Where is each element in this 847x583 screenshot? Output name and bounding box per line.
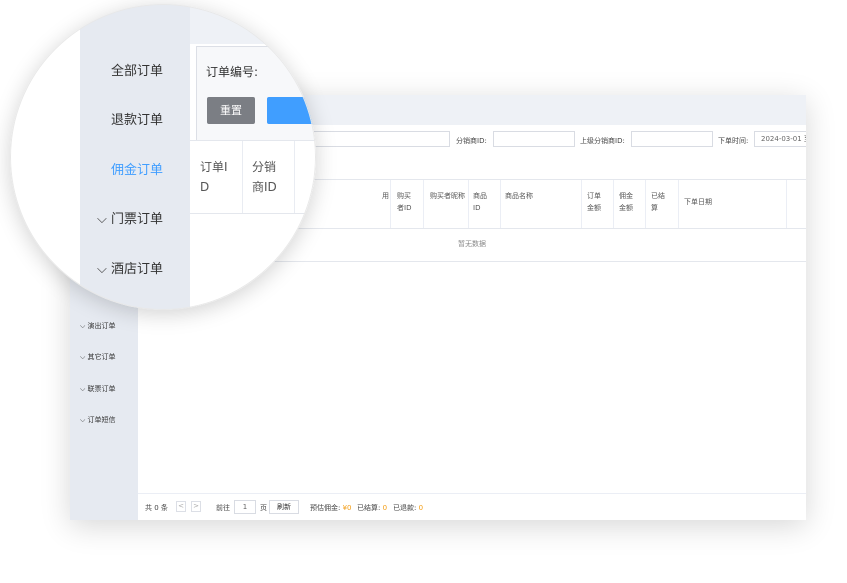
chevron-down-icon: ⌵: [80, 416, 86, 424]
chevron-down-icon: ⌵: [80, 322, 86, 330]
parent-distributor-id-input[interactable]: [631, 131, 713, 147]
order-time-label: 下单时间:: [718, 137, 749, 145]
sidebar-item-sms[interactable]: ⌵ 订单短信: [80, 415, 116, 425]
estimated-commission: 预估佣金: ¥0: [310, 503, 352, 513]
column-header-commission-amount: 佣金金额: [619, 192, 633, 212]
goto-label: 前往: [216, 504, 230, 512]
refunded-summary: 已退款: 0: [393, 503, 423, 513]
distributor-id-input[interactable]: [493, 131, 575, 147]
distributor-id-label: 分销商ID:: [456, 137, 487, 145]
column-header-order-amount: 订单金额: [587, 192, 601, 212]
page-number-input[interactable]: 1: [234, 500, 256, 514]
sidebar-item-label: 订单短信: [87, 416, 116, 424]
pagination-footer: 共 0 条 < > 前往 1 页 刷新 预估佣金: ¥0 已结算: 0 已退款:…: [138, 493, 806, 520]
next-page-button[interactable]: >: [191, 501, 201, 512]
total-count: 共 0 条: [145, 504, 168, 512]
refunded-value: 0: [418, 504, 424, 512]
settled-value: 0: [382, 504, 388, 512]
sidebar-item-combo-ticket[interactable]: ⌵ 联票订单: [80, 384, 116, 394]
parent-distributor-id-label: 上级分销商ID:: [580, 137, 625, 145]
date-range-picker[interactable]: 2024-03-01 至 2024-05-24: [754, 131, 806, 147]
chevron-left-icon: <: [178, 502, 184, 510]
column-header-partial: 用: [382, 192, 389, 200]
chevron-right-icon: >: [193, 502, 199, 510]
sidebar-item-label: 演出订单: [87, 322, 116, 330]
prev-page-button[interactable]: <: [176, 501, 186, 512]
sidebar-item-label: 其它订单: [87, 353, 116, 361]
sidebar-item-shows[interactable]: ⌵ 演出订单: [80, 321, 116, 331]
column-header-buyer-id: 购买者ID: [397, 192, 412, 212]
magnifier-lens: 全部订单 退款订单 佣金订单 ⌵ 门票订单 ⌵ 酒店订单 订单编号: 重置 订单…: [10, 4, 316, 310]
refresh-button[interactable]: 刷新: [269, 500, 299, 514]
settled-summary: 已结算: 0: [357, 503, 387, 513]
column-header-product-name: 商品名称: [505, 192, 533, 200]
settled-label: 已结算:: [357, 504, 381, 512]
sidebar-item-label: 联票订单: [87, 385, 116, 393]
estimated-commission-value: ¥0: [342, 504, 352, 512]
chevron-down-icon: ⌵: [80, 353, 86, 361]
chevron-down-icon: ⌵: [80, 385, 86, 393]
sidebar-item-other[interactable]: ⌵ 其它订单: [80, 352, 116, 362]
column-header-settled: 已结算: [651, 192, 665, 212]
column-header-buyer-nickname: 购买者昵称: [430, 192, 465, 200]
column-header-product-id: 商品ID: [473, 192, 487, 212]
order-filter-input[interactable]: [310, 131, 450, 147]
refunded-label: 已退款:: [393, 504, 417, 512]
page-unit: 页: [260, 504, 267, 512]
column-header-order-date: 下单日期: [684, 198, 712, 206]
estimated-commission-label: 预估佣金:: [310, 504, 341, 512]
